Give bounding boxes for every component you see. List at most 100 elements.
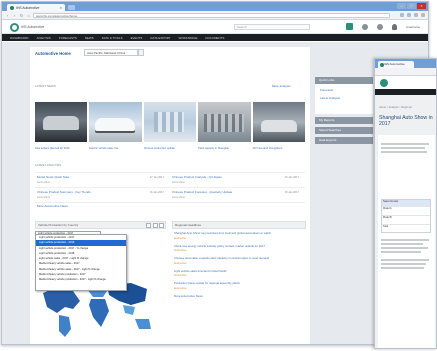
close-window-button[interactable]: ×	[417, 3, 426, 9]
text-line	[381, 243, 423, 245]
sidebar-link[interactable]: Latest Analysis	[320, 96, 368, 100]
list-item[interactable]: Chinese Product Forecast - Quarterly Upd…	[170, 188, 305, 202]
text-line	[381, 143, 429, 145]
featured-image[interactable]: Electric vehicle sales rise	[89, 102, 142, 150]
sidebar-section[interactable]: Data Exports	[315, 137, 373, 144]
text-line	[381, 247, 428, 249]
featured-image[interactable]: New sedans planned for 2016	[35, 102, 88, 150]
region-select[interactable]: Asia Pacific, Mainland China	[84, 49, 138, 56]
new-tab-button[interactable]	[68, 5, 75, 10]
image-caption[interactable]: Chinese production update	[144, 147, 196, 150]
news-title[interactable]: Chinese automaker expands plant capacity…	[174, 257, 302, 261]
list-item[interactable]: China new energy vehicle subsidy policy …	[174, 244, 302, 252]
list-item[interactable]: More Automotive News	[35, 203, 305, 211]
card-title: Regional Headlines	[175, 223, 202, 227]
text-line	[381, 267, 424, 269]
settings-icon[interactable]	[414, 13, 418, 17]
global-search-input[interactable]: Search	[234, 24, 310, 30]
brand-logo-icon[interactable]	[10, 23, 19, 32]
nav-item-data-tools[interactable]: DATA & TOOLS	[102, 36, 123, 40]
brand-logo-icon[interactable]	[380, 79, 388, 87]
header-icons: Username	[346, 23, 420, 30]
news-title[interactable]: Light vehicle sales forecast for Asia Pa…	[174, 269, 302, 274]
data-table: Sales forecast Model A Model B Total	[381, 199, 431, 233]
window-controls: – □ ×	[397, 3, 426, 9]
metric-dropdown[interactable]: Light vehicle production - 2017 Light ve…	[35, 234, 127, 291]
sidebar-link[interactable]: Forecasts	[320, 88, 368, 92]
nav-item-events[interactable]: EVENTS	[131, 36, 143, 40]
address-bar[interactable]	[375, 68, 436, 76]
notifications-icon[interactable]	[362, 23, 369, 30]
nav-item-forecasts[interactable]: FORECASTS	[59, 36, 77, 40]
nav-item-documents[interactable]: DOCUMENTS	[205, 36, 224, 40]
more-analysis-link[interactable]: More analysis	[272, 84, 291, 88]
sidebar-section[interactable]: Saved Searches	[315, 127, 373, 134]
nav-item-dashboard[interactable]: DASHBOARD	[10, 36, 29, 40]
featured-image[interactable]: Plant capacity in Shanghai	[198, 102, 251, 150]
list-item[interactable]: Production plans update for regional ass…	[174, 282, 302, 290]
close-tab-icon[interactable]: ×	[60, 5, 62, 10]
analysis-source: Automotive	[172, 181, 185, 184]
url-field[interactable]: www.ihs.com/automotive/home	[33, 13, 390, 18]
nav-item-news[interactable]: NEWS	[85, 36, 94, 40]
analysis-title[interactable]: Chinese Product Analysis - Q4 Japan	[172, 175, 258, 180]
list-item[interactable]: Chinese Product Summary - Key Trends Aut…	[35, 188, 170, 202]
image-caption[interactable]: SUV demand strengthens	[253, 147, 305, 150]
list-item[interactable]: Shanghai Auto Show: key launches from lo…	[174, 231, 302, 239]
text-line	[381, 151, 427, 153]
apps-icon[interactable]	[346, 23, 354, 30]
star-icon[interactable]	[400, 13, 404, 17]
region-select-button[interactable]	[138, 49, 144, 56]
help-icon[interactable]	[377, 23, 384, 30]
main-panel: Automotive Home Asia Pacific, Mainland C…	[30, 47, 310, 344]
extension-icon[interactable]	[407, 13, 411, 17]
analysis-title[interactable]: Model News Quick Take	[37, 175, 123, 180]
user-name[interactable]: Username	[406, 25, 420, 29]
featured-image[interactable]: SUV demand strengthens	[252, 102, 306, 150]
image-caption[interactable]: Electric vehicle sales rise	[89, 147, 141, 150]
dropdown-option[interactable]: Medium/heavy vehicle production - 2017 -…	[36, 277, 126, 282]
second-browser-window[interactable]: IHS Automotive Home > Analysis > Regiona…	[374, 58, 437, 349]
analysis-title[interactable]: Chinese Product Summary - Key Trends	[37, 190, 123, 195]
reload-icon[interactable]: ↻	[19, 13, 24, 18]
list-item[interactable]: Chinese automaker expands plant capacity…	[174, 257, 302, 265]
production-card: Vehicle Production by Country Light vehi…	[35, 221, 166, 343]
browser-tab[interactable]: IHS Automotive ×	[7, 4, 65, 11]
table-row: More Automotive News	[35, 202, 305, 211]
settings-icon[interactable]	[153, 223, 158, 228]
right-sidebar: Quick Links Forecasts Latest Analysis My…	[315, 77, 373, 144]
more-news-link[interactable]: More Automotive News	[174, 294, 302, 299]
list-item[interactable]: Chinese Product Analysis - Q4 Japan Auto…	[170, 173, 305, 187]
list-item[interactable]: More Automotive News	[174, 294, 302, 299]
nav-item-workspace[interactable]: WORKSPACE	[179, 36, 198, 40]
home-icon[interactable]: ⌂	[26, 13, 31, 18]
news-source: Automotive	[174, 286, 187, 290]
more-automotive-news-link[interactable]: More Automotive News	[37, 204, 210, 209]
featured-label: Latest news	[35, 84, 56, 88]
news-title[interactable]: Shanghai Auto Show: key launches from lo…	[174, 231, 302, 236]
nav-item-analysis[interactable]: ANALYSIS	[37, 36, 51, 40]
menu-icon[interactable]	[421, 13, 425, 17]
forward-icon[interactable]: ›	[12, 13, 17, 18]
breadcrumb[interactable]: Home > Analysis > Regional	[379, 106, 412, 109]
back-icon[interactable]: ‹	[5, 13, 10, 18]
nav-item-data-export[interactable]: DATA EXPORT	[150, 36, 170, 40]
analysis-title[interactable]: Chinese Product Forecast - Quarterly Upd…	[172, 190, 258, 195]
analysis-list: Model News Quick Take Automotive 17 Jan …	[35, 172, 305, 211]
expand-icon[interactable]	[146, 223, 151, 228]
featured-image[interactable]: Chinese production update	[143, 102, 197, 150]
news-title[interactable]: China new energy vehicle subsidy policy …	[174, 244, 302, 249]
maximize-button[interactable]: □	[407, 3, 416, 9]
text-line	[381, 263, 426, 265]
image-caption[interactable]: Plant capacity in Shanghai	[198, 147, 250, 150]
page-title: Automotive Home	[35, 51, 71, 56]
news-title[interactable]: Production plans update for regional ass…	[174, 282, 302, 286]
minimize-button[interactable]: –	[397, 3, 406, 9]
image-caption[interactable]: New sedans planned for 2016	[35, 147, 87, 150]
close-icon[interactable]	[159, 223, 164, 228]
browser-tab[interactable]: IHS Automotive	[378, 61, 414, 68]
user-icon[interactable]	[392, 23, 398, 30]
sidebar-section[interactable]: My Reports	[315, 117, 373, 124]
list-item[interactable]: Light vehicle sales forecast for Asia Pa…	[174, 269, 302, 277]
list-item[interactable]: Model News Quick Take Automotive 17 Jan …	[35, 173, 170, 187]
